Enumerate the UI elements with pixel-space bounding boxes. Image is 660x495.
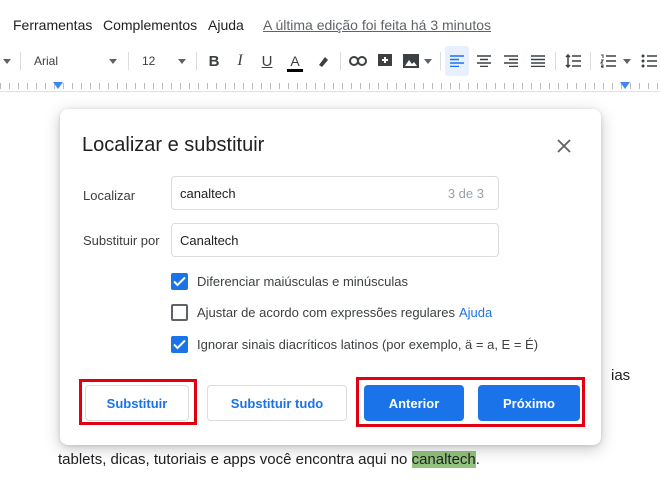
chevron-down-icon [109,58,117,64]
match-count: 3 de 3 [447,186,484,201]
style-dropdown-caret[interactable] [0,46,14,76]
find-input-value: canaltech [180,186,236,201]
bulleted-list-icon [641,54,657,68]
bold-button[interactable]: B [203,46,225,76]
align-center-button[interactable] [472,46,496,76]
regex-help-link[interactable]: Ajuda [459,305,492,320]
font-select[interactable]: Arial [28,46,123,76]
search-match-highlight: canaltech [411,451,476,468]
toolbar-divider [340,52,341,70]
add-comment-icon [378,54,392,66]
align-right-button[interactable] [499,46,523,76]
match-case-checkbox[interactable] [171,272,188,290]
regex-label: Ajustar de acordo com expressões regular… [197,305,492,320]
toolbar-divider [440,52,441,70]
align-justify-icon [531,55,545,67]
replace-input[interactable]: Canaltech [171,223,499,257]
toolbar-divider [555,52,556,70]
chevron-down-icon [3,58,11,64]
right-indent-marker[interactable] [620,82,630,89]
toolbar-divider [590,52,591,70]
chevron-down-icon [622,58,631,64]
checkmark-icon [173,276,186,286]
text-color-letter: A [290,53,300,69]
chevron-down-icon [423,58,432,64]
checkmark-icon [173,339,186,349]
close-icon [557,139,571,153]
link-icon [349,56,367,66]
highlight-button[interactable] [312,46,334,76]
insert-link-button[interactable] [346,46,370,76]
annotation-box-navigation [356,377,585,427]
regex-label-text: Ajustar de acordo com expressões regular… [197,304,455,320]
align-left-icon [450,55,464,67]
find-label: Localizar [83,188,136,203]
ruler[interactable] [0,80,660,92]
line-spacing-button[interactable] [561,46,585,76]
align-center-icon [477,55,491,67]
close-button[interactable] [553,135,575,157]
replace-label: Substituir por [83,233,160,248]
line-spacing-icon [565,54,581,68]
menu-complementos[interactable]: Complementos [103,17,197,33]
text-color-swatch [287,69,303,72]
document-text: tablets, dicas, tutoriais e apps você en… [58,451,412,468]
font-size-value: 12 [142,54,156,68]
insert-image-button[interactable] [400,46,434,76]
justify-button[interactable] [526,46,550,76]
font-name: Arial [34,54,59,68]
replace-all-button[interactable]: Substituir tudo [207,385,347,421]
replace-input-value: Canaltech [180,233,239,248]
align-right-icon [504,55,518,67]
option-regex[interactable]: Ajustar de acordo com expressões regular… [171,302,492,322]
match-case-label: Diferenciar maiúsculas e minúsculas [197,273,408,289]
menu-ajuda[interactable]: Ajuda [208,17,244,33]
italic-button[interactable]: I [229,46,251,76]
align-left-button[interactable] [445,46,469,76]
document-text-end: . [475,451,480,468]
toolbar-divider [128,52,129,70]
toolbar: Arial 12 B I U A [0,46,660,76]
insert-comment-button[interactable] [374,46,396,76]
ignore-diacritics-checkbox[interactable] [171,335,188,353]
numbered-list-icon [599,54,616,68]
dialog-title: Localizar e substituir [82,134,265,156]
left-indent-marker[interactable] [53,82,63,89]
chevron-down-icon [178,58,186,64]
find-input[interactable]: canaltech 3 de 3 [171,176,499,210]
ruler-ticks [0,83,660,89]
bulleted-list-button[interactable] [638,46,660,76]
regex-checkbox[interactable] [171,303,188,321]
option-ignore-diacritics[interactable]: Ignorar sinais diacríticos latinos (por … [171,334,538,354]
menu-bar: Ferramentas Complementos Ajuda A última … [0,0,660,46]
annotation-box-replace [79,379,197,425]
menu-ferramentas[interactable]: Ferramentas [13,17,92,33]
toolbar-divider [196,52,197,70]
image-icon [402,54,419,68]
option-match-case[interactable]: Diferenciar maiúsculas e minúsculas [171,271,408,291]
font-size-select[interactable]: 12 [136,46,192,76]
last-edit-link[interactable]: A última edição foi feita há 3 minutos [263,17,491,33]
underline-button[interactable]: U [256,46,278,76]
document-text-line: tablets, dicas, tutoriais e apps você en… [58,451,480,468]
marker-pen-icon [319,57,328,67]
document-text-fragment: ias [611,367,631,384]
text-color-button[interactable]: A [283,46,307,76]
numbered-list-button[interactable] [596,46,634,76]
toolbar-divider [20,52,21,70]
ignore-diacritics-label: Ignorar sinais diacríticos latinos (por … [197,336,539,352]
